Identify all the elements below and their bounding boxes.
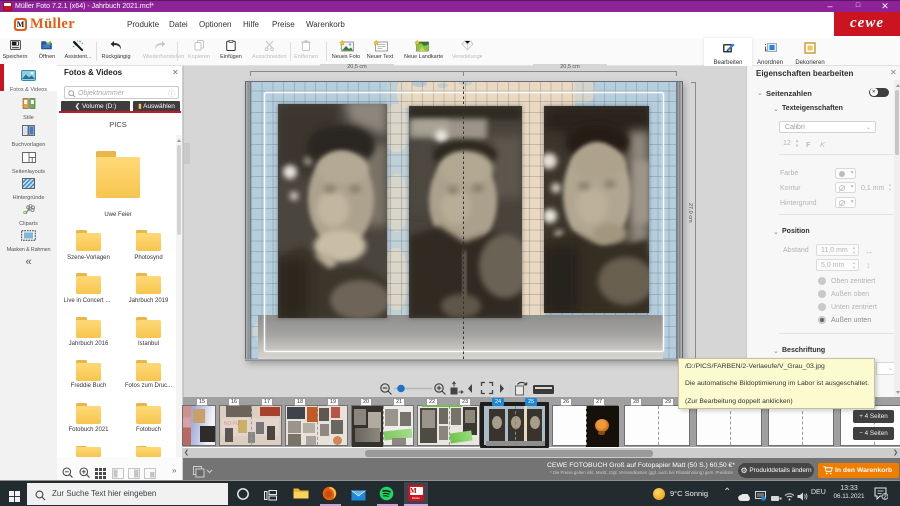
svg-text:2: 2 xyxy=(883,495,886,501)
